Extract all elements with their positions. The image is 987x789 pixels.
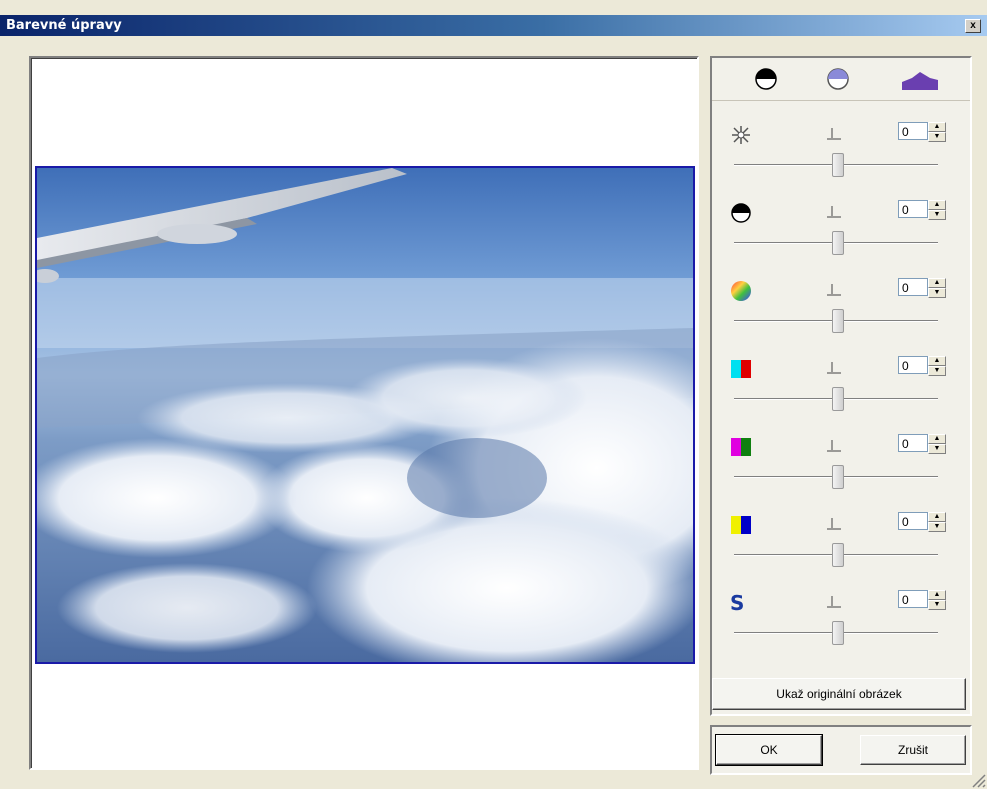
ok-button[interactable]: OK: [715, 734, 823, 766]
adjustment-row-saturation: S 0 ▲ ▼: [712, 584, 970, 662]
window-title: Barevné úpravy: [6, 18, 122, 33]
adjustment-row-yellow-blue: 0 ▲ ▼: [712, 506, 970, 584]
value-field[interactable]: 0: [898, 512, 928, 530]
adjustments-panel: 0 ▲ ▼ 0 ▲ ▼ 0 ▲ ▼ 0 ▲ ▼ 0 ▲ ▼ 0 ▲ ▼ S 0 …: [710, 56, 972, 716]
spin-up-button[interactable]: ▲: [928, 356, 946, 366]
spin-down-button[interactable]: ▼: [928, 210, 946, 220]
spin-up-button[interactable]: ▲: [928, 200, 946, 210]
value-spinner[interactable]: 0 ▲ ▼: [898, 278, 946, 298]
value-spinner[interactable]: 0 ▲ ▼: [898, 590, 946, 610]
image-preview-panel: [29, 56, 699, 770]
value-spinner[interactable]: 0 ▲ ▼: [898, 200, 946, 220]
slider-thumb[interactable]: [832, 153, 844, 177]
dialog-buttons-panel: OK Zrušit: [710, 725, 972, 775]
sparkle-icon: [730, 124, 752, 146]
value-field[interactable]: 0: [898, 278, 928, 296]
adjustment-row-contrast: 0 ▲ ▼: [712, 194, 970, 272]
value-spinner[interactable]: 0 ▲ ▼: [898, 434, 946, 454]
spin-down-button[interactable]: ▼: [928, 288, 946, 298]
slider-thumb[interactable]: [832, 621, 844, 645]
adjustment-tabs: [712, 58, 970, 101]
saturation-s-icon: S: [730, 591, 745, 615]
adjustment-row-sparkle: 0 ▲ ▼: [712, 116, 970, 194]
adjustment-row-cyan-red: 0 ▲ ▼: [712, 350, 970, 428]
default-tick-mark: [827, 128, 841, 140]
tab-histogram[interactable]: [900, 66, 940, 92]
value-spinner[interactable]: 0 ▲ ▼: [898, 356, 946, 376]
spin-down-button[interactable]: ▼: [928, 444, 946, 454]
default-tick-mark: [827, 518, 841, 530]
slider-thumb[interactable]: [832, 543, 844, 567]
slider-thumb[interactable]: [832, 387, 844, 411]
spin-up-button[interactable]: ▲: [928, 434, 946, 444]
contrast-icon: [755, 68, 777, 90]
yellow-blue-icon: [730, 514, 752, 536]
color-wheel-icon: [730, 280, 752, 302]
resize-grip-icon[interactable]: [970, 772, 986, 788]
adjustment-row-color: 0 ▲ ▼: [712, 272, 970, 350]
magenta-green-icon: [730, 436, 752, 458]
slider-thumb[interactable]: [832, 231, 844, 255]
cyan-red-icon: [730, 358, 752, 380]
spin-down-button[interactable]: ▼: [928, 600, 946, 610]
brightness-icon: [827, 68, 849, 90]
default-tick-mark: [827, 206, 841, 218]
contrast-icon: [730, 202, 752, 224]
spin-down-button[interactable]: ▼: [928, 132, 946, 142]
tab-contrast[interactable]: [752, 66, 780, 92]
spin-up-button[interactable]: ▲: [928, 122, 946, 132]
default-tick-mark: [827, 596, 841, 608]
value-spinner[interactable]: 0 ▲ ▼: [898, 122, 946, 142]
value-field[interactable]: 0: [898, 356, 928, 374]
spin-up-button[interactable]: ▲: [928, 590, 946, 600]
close-button[interactable]: x: [965, 19, 981, 33]
slider-thumb[interactable]: [832, 309, 844, 333]
value-field[interactable]: 0: [898, 434, 928, 452]
default-tick-mark: [827, 440, 841, 452]
title-bar[interactable]: Barevné úpravy x: [0, 15, 987, 36]
spin-down-button[interactable]: ▼: [928, 522, 946, 532]
default-tick-mark: [827, 284, 841, 296]
cancel-button[interactable]: Zrušit: [860, 735, 966, 765]
value-field[interactable]: 0: [898, 122, 928, 140]
tab-brightness[interactable]: [824, 66, 852, 92]
spin-up-button[interactable]: ▲: [928, 278, 946, 288]
slider-thumb[interactable]: [832, 465, 844, 489]
airplane-wing-over-clouds-photo: [37, 168, 693, 662]
value-field[interactable]: 0: [898, 200, 928, 218]
default-tick-mark: [827, 362, 841, 374]
spin-down-button[interactable]: ▼: [928, 366, 946, 376]
value-field[interactable]: 0: [898, 590, 928, 608]
histogram-icon: [902, 72, 938, 90]
value-spinner[interactable]: 0 ▲ ▼: [898, 512, 946, 532]
spin-up-button[interactable]: ▲: [928, 512, 946, 522]
preview-photo: [35, 166, 695, 664]
show-original-button[interactable]: Ukaž originální obrázek: [712, 678, 966, 710]
adjustment-row-magenta-green: 0 ▲ ▼: [712, 428, 970, 506]
